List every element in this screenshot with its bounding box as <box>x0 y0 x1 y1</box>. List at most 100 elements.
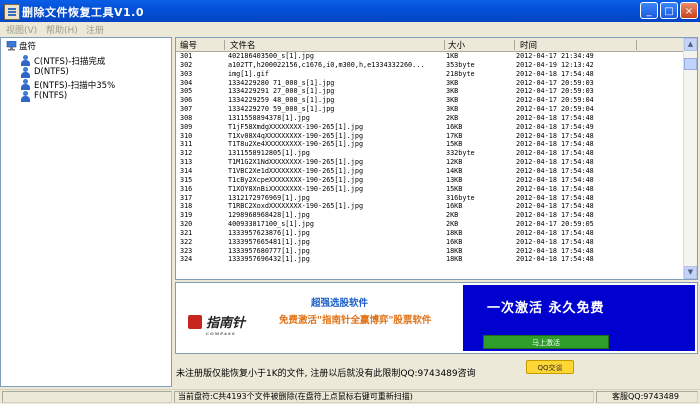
row-size: 332byte <box>446 149 475 158</box>
row-time: 2012-04-18 17:54:48 <box>516 175 594 184</box>
table-row[interactable]: 321 1333957623876[1].jpg 18KB 2012-04-18 17… <box>176 229 684 238</box>
row-time: 2012-04-18 17:54:48 <box>516 166 594 175</box>
row-size: 218byte <box>446 69 475 78</box>
column-header-name[interactable]: 文件名 <box>230 39 256 51</box>
row-num: 307 <box>180 105 193 114</box>
ad-banner[interactable]: 指南针 COMPASS 超强选股软件 免费激活"指南针全赢博弈"股票软件 一次激… <box>175 282 698 354</box>
row-size: 1KB <box>446 52 459 60</box>
row-filename: T1T8u2Xe4XXXXXXXXX-190-265[1].jpg <box>228 140 364 149</box>
drive-tree: 盘符 C(NTFS)-扫描完成 D(NTFS) E(NTFS)-扫描中35% F… <box>0 37 172 387</box>
row-filename: 1333957623876[1].jpg <box>228 228 310 237</box>
table-row[interactable]: 314 T1VBC2Xe1dXXXXXXXX-190-265[1].jpg 14KB… <box>176 167 684 176</box>
status-current-drive: 当前盘符:C共4193个文件被删除(在盘符上点鼠标右键可重新扫描) <box>178 392 413 401</box>
table-row[interactable]: 312 1311558912805[1].jpg 332byte 2012-04-18… <box>176 149 684 158</box>
row-time: 2012-04-17 20:59:03 <box>516 87 594 96</box>
vertical-scrollbar[interactable]: ▲ ▼ <box>683 38 697 279</box>
table-row[interactable]: 308 1311558894378[1].jpg 2KB 2012-04-18 17:… <box>176 114 684 123</box>
register-notice: 未注册版仅能恢复小于1K的文件, 注册以后就没有此限制QQ:9743489咨询 <box>176 369 476 379</box>
ad-slogan: 一次激活 永久免费 <box>487 301 605 316</box>
row-filename: T1M1G2X1NdXXXXXXXX-190-265[1].jpg <box>228 158 364 167</box>
table-row[interactable]: 311 T1T8u2Xe4XXXXXXXXX-190-265[1].jpg 15KB… <box>176 140 684 149</box>
menu-bar: 视图(V) 帮助(H) 注册 <box>0 22 700 36</box>
table-row[interactable]: 313 T1M1G2X1NdXXXXXXXX-190-265[1].jpg 12KB… <box>176 158 684 167</box>
table-row[interactable]: 310 T1Xv08X4qXXXXXXXXX-190-265[1].jpg 17KB… <box>176 132 684 141</box>
drive-icon <box>21 67 30 78</box>
row-filename: a102TT,h200022156,c1676,i0,m300,h,e13343… <box>228 60 425 69</box>
row-num: 302 <box>180 60 193 69</box>
row-num: 321 <box>180 228 193 237</box>
row-num: 308 <box>180 113 193 122</box>
row-time: 2012-04-19 12:13:42 <box>516 60 594 69</box>
minimize-button[interactable]: _ <box>640 2 658 19</box>
row-size: 16KB <box>446 122 463 131</box>
row-time: 2012-04-18 17:54:48 <box>516 193 594 202</box>
row-num: 303 <box>180 69 193 78</box>
drive-icon <box>21 55 30 66</box>
row-size: 15KB <box>446 140 463 149</box>
row-size: 12KB <box>446 158 463 167</box>
table-row[interactable]: 319 1298968968428[1].jpg 2KB 2012-04-18 17:… <box>176 211 684 220</box>
logo-mark-icon <box>188 315 202 329</box>
file-list: 编号 文件名 大小 时间 301 402186403500_s[1].jpg 1KB… <box>175 37 698 280</box>
table-row[interactable]: 317 1312172976969[1].jpg 316byte 2012-04-18… <box>176 194 684 203</box>
scroll-down-button[interactable]: ▼ <box>684 266 697 279</box>
column-header-time[interactable]: 时间 <box>520 39 537 51</box>
row-filename: 400933817100_s[1].jpg <box>228 220 314 229</box>
maximize-button[interactable]: □ <box>660 2 678 19</box>
logo-text: 指南针 <box>206 316 246 331</box>
row-size: 2KB <box>446 113 459 122</box>
drive-label: F(NTFS) <box>34 91 68 101</box>
row-size: 3KB <box>446 96 459 105</box>
row-time: 2012-04-18 17:54:48 <box>516 202 594 211</box>
table-row[interactable]: 306 1334229259 48_000_s[1].jpg 3KB 2012-04-… <box>176 96 684 105</box>
column-header-num[interactable]: 编号 <box>180 39 197 51</box>
menu-register[interactable]: 注册 <box>86 23 104 36</box>
row-size: 18KB <box>446 255 463 264</box>
compass-logo: 指南针 COMPASS <box>188 312 268 336</box>
app-icon <box>4 4 20 20</box>
scroll-up-button[interactable]: ▲ <box>684 38 697 51</box>
status-support-qq: 客服QQ:9743489 <box>612 392 679 401</box>
status-bar: 当前盘符:C共4193个文件被删除(在盘符上点鼠标右键可重新扫描) 客服QQ:9… <box>0 389 700 404</box>
table-row[interactable]: 304 1334229280 71_000_s[1].jpg 3KB 2012-04-… <box>176 79 684 88</box>
row-filename: 1333957680777[1].jpg <box>228 246 310 255</box>
drive-label: D(NTFS) <box>34 67 69 77</box>
row-filename: T1jF58XmdgXXXXXXXX-190-265[1].jpg <box>228 122 364 131</box>
table-row[interactable]: 322 1333957665481[1].jpg 16KB 2012-04-18 17… <box>176 238 684 247</box>
table-row[interactable]: 302 a102TT,h200022156,c1676,i0,m300,h,e13… <box>176 61 684 70</box>
table-row[interactable]: 301 402186403500_s[1].jpg 1KB 2012-04-17 21… <box>176 52 684 61</box>
row-time: 2012-04-18 17:54:48 <box>516 184 594 193</box>
row-num: 311 <box>180 140 193 149</box>
drive-label: E(NTFS)-扫描中35% <box>34 81 116 91</box>
table-row[interactable]: 318 T1RBC2XoxdXXXXXXXX-190-265[1].jpg 16KB… <box>176 202 684 211</box>
table-row[interactable]: 303 img[1].gif 218byte 2012-04-18 17:54:48 <box>176 70 684 79</box>
row-size: 2KB <box>446 211 459 220</box>
table-row[interactable]: 305 1334229291 27_000_s[1].jpg 3KB 2012-04-… <box>176 87 684 96</box>
row-filename: 402186403500_s[1].jpg <box>228 52 314 60</box>
qq-chat-button[interactable]: QQ交谈 <box>526 360 574 374</box>
column-header-size[interactable]: 大小 <box>448 39 465 51</box>
table-row[interactable]: 309 T1jF58XmdgXXXXXXXX-190-265[1].jpg 16KB… <box>176 123 684 132</box>
table-row[interactable]: 316 T1XOY8XnBiXXXXXXXX-190-265[1].jpg 15KB… <box>176 185 684 194</box>
scroll-thumb[interactable] <box>684 58 697 70</box>
activate-now-button[interactable]: 马上激活 <box>483 335 609 349</box>
table-row[interactable]: 324 1333957696432[1].jpg 18KB 2012-04-18 17… <box>176 255 684 264</box>
menu-help[interactable]: 帮助(H) <box>46 23 78 36</box>
row-size: 13KB <box>446 175 463 184</box>
menu-view[interactable]: 视图(V) <box>6 23 37 36</box>
table-row[interactable]: 307 1334229270 59_000_s[1].jpg 3KB 2012-04-… <box>176 105 684 114</box>
drive-icon <box>21 79 30 90</box>
drive-label: C(NTFS)-扫描完成 <box>34 57 106 67</box>
table-row[interactable]: 323 1333957680777[1].jpg 18KB 2012-04-18 17… <box>176 247 684 256</box>
row-size: 16KB <box>446 202 463 211</box>
close-button[interactable]: × <box>680 2 698 19</box>
table-row[interactable]: 320 400933817100_s[1].jpg 2KB 2012-04-17 20… <box>176 220 684 229</box>
row-size: 3KB <box>446 78 459 87</box>
row-num: 306 <box>180 96 193 105</box>
ad-headline: 超强选股软件 <box>311 298 369 309</box>
row-filename: T1XOY8XnBiXXXXXXXX-190-265[1].jpg <box>228 184 364 193</box>
row-filename: 1333957696432[1].jpg <box>228 255 310 264</box>
row-time: 2012-04-18 17:54:48 <box>516 131 594 140</box>
window-title: 删除文件恢复工具V1.0 <box>22 6 144 19</box>
table-row[interactable]: 315 T1cBy2XcpeXXXXXXXX-190-265[1].jpg 13KB… <box>176 176 684 185</box>
